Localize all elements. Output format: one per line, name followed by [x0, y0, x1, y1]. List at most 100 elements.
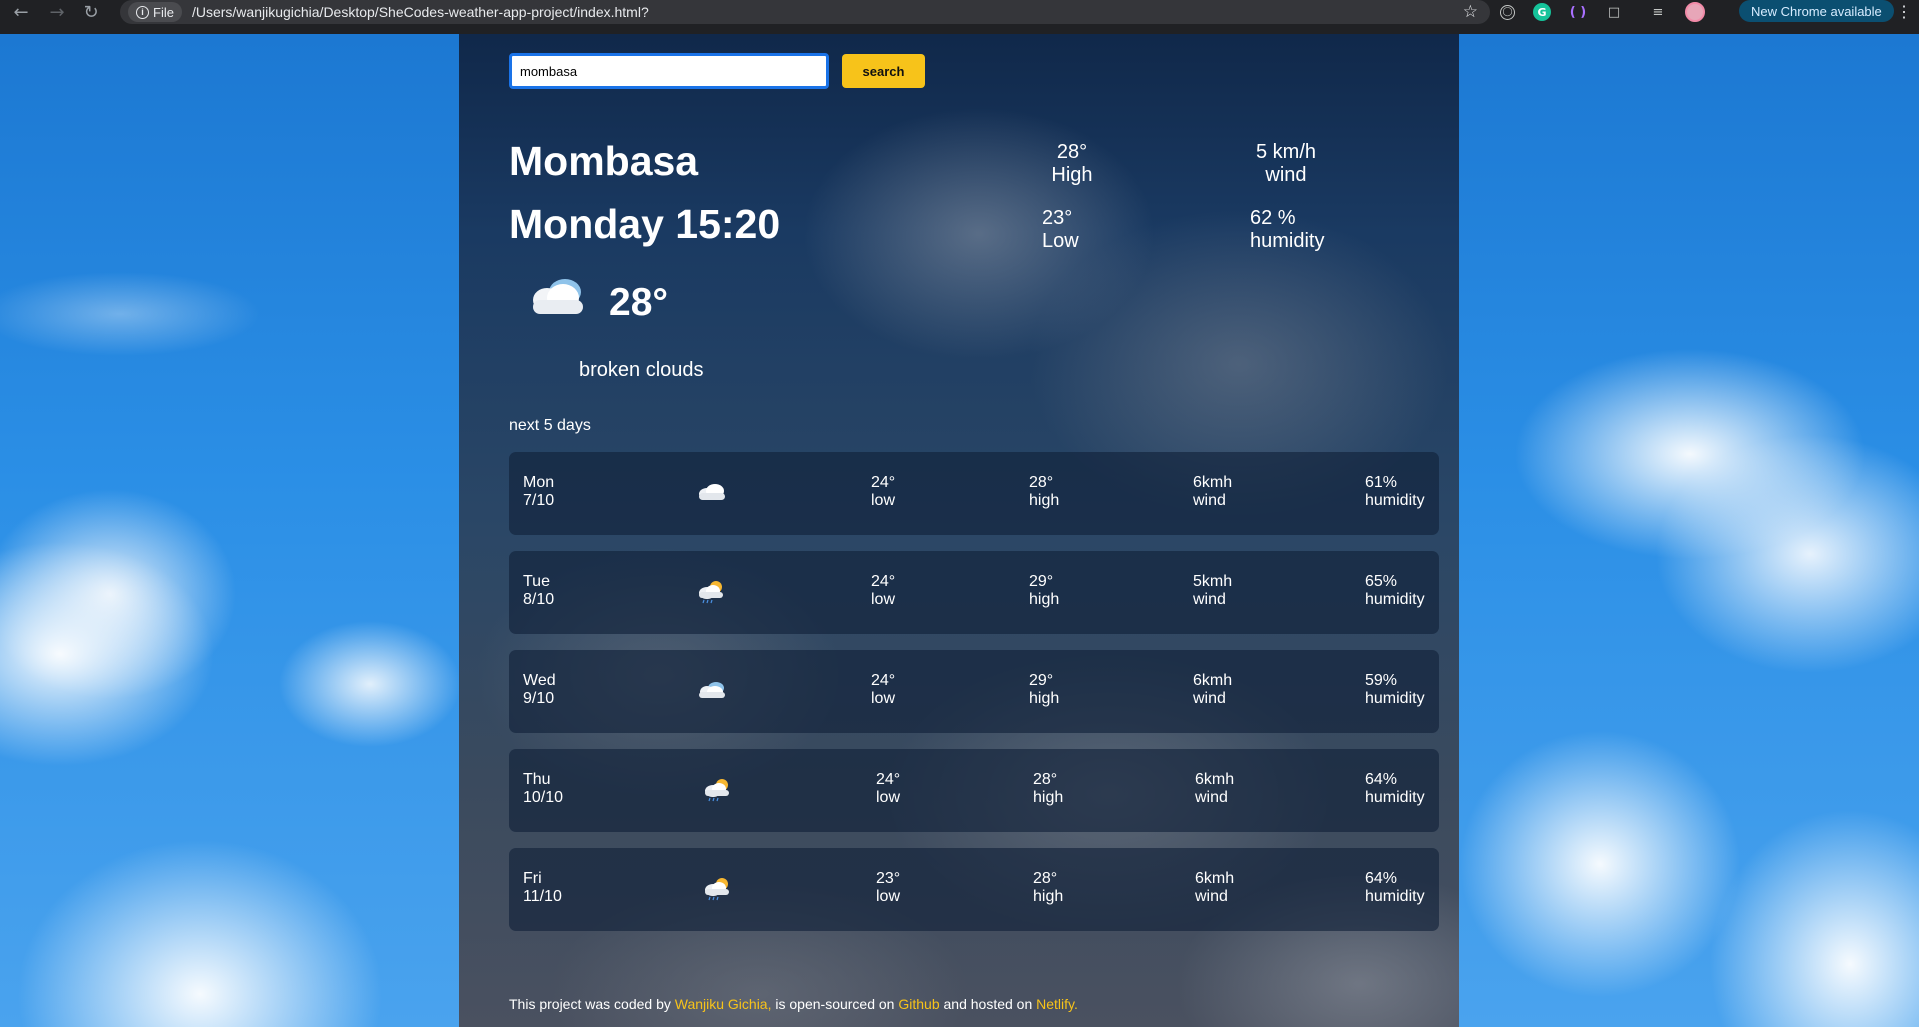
wind-value: 6kmh [1193, 672, 1233, 689]
sun-rain-icon [705, 878, 729, 901]
forecast-row: Tue 8/10 24° low 29° high 5kmh wind 65% humid… [509, 551, 1439, 634]
author-link[interactable]: Wanjiku Gichia, [675, 996, 772, 1012]
reading-list-icon[interactable]: ≡ [1649, 3, 1667, 21]
forecast-day: Tue 8/10 [523, 573, 554, 609]
forecast-humidity: 59% humidity [1365, 672, 1425, 708]
browser-toolbar: ← → ↻ i File /Users/wanjikugichia/Deskto… [0, 0, 1919, 34]
high-stat: 28° High [1037, 141, 1107, 187]
humidity-value: 64% [1365, 771, 1398, 788]
low-stat: 23° Low [1042, 207, 1079, 253]
forward-icon[interactable]: → [40, 0, 74, 29]
broken-clouds-icon [533, 279, 583, 314]
forecast-wind: 6kmh wind [1195, 870, 1234, 906]
wind-value: 6kmh [1195, 771, 1235, 788]
forecast-row: Thu 10/10 24° low 28° high 6kmh wind 64% humi… [509, 749, 1439, 832]
github-link[interactable]: Github [898, 996, 939, 1012]
humidity-label: humidity [1365, 591, 1425, 608]
low-label: low [871, 591, 896, 608]
url-text[interactable]: /Users/wanjikugichia/Desktop/SheCodes-we… [192, 4, 649, 20]
city-search-input[interactable] [509, 53, 829, 89]
weather-app-card: search Mombasa Monday 15:20 28° broken c… [459, 34, 1459, 1027]
high-label: high [1029, 690, 1060, 707]
broken-clouds-icon [699, 682, 725, 698]
site-info-chip[interactable]: i File [128, 2, 182, 22]
wind-stat: 5 km/h wind [1241, 141, 1331, 187]
forecast-humidity: 65% humidity [1365, 573, 1425, 609]
grammarly-icon[interactable]: G [1533, 3, 1551, 21]
menu-kebab-icon[interactable]: ⋮ [1896, 2, 1912, 22]
humidity-value: 65% [1365, 573, 1398, 590]
reload-icon[interactable]: ↻ [74, 0, 108, 29]
forecast-low: 24° low [871, 573, 895, 609]
day-date: 10/10 [523, 789, 564, 806]
back-icon[interactable]: ← [4, 0, 38, 29]
wind-label: wind [1193, 690, 1226, 707]
profile-avatar[interactable] [1685, 2, 1705, 22]
current-datetime: Monday 15:20 [509, 201, 781, 247]
humidity-value: 61% [1365, 474, 1398, 491]
extensions-area: ◯ G ( ) □ ≡ [1500, 0, 1705, 24]
humidity-stat: 62 % humidity [1250, 207, 1324, 253]
info-icon: i [136, 5, 149, 19]
high-label: high [1029, 591, 1060, 608]
humidity-value: 64% [1365, 870, 1398, 887]
low-value: 24° [876, 771, 901, 788]
humidity-label: humidity [1365, 492, 1425, 509]
wind-value: 5 km/h [1255, 141, 1317, 163]
cloud-icon [699, 484, 725, 500]
forecast-high: 28° high [1033, 870, 1063, 906]
address-bar[interactable]: i File /Users/wanjikugichia/Desktop/SheC… [120, 0, 1490, 24]
forecast-high: 28° high [1029, 474, 1059, 510]
page-background: search Mombasa Monday 15:20 28° broken c… [0, 34, 1919, 1027]
forecast-day: Fri 11/10 [523, 870, 562, 906]
high-value: 29° [1029, 573, 1054, 590]
footer-text: is open-sourced on [771, 996, 899, 1012]
forecast-wind: 5kmh wind [1193, 573, 1232, 609]
high-value: 28° [1033, 771, 1058, 788]
globe-icon[interactable]: ◯ [1500, 4, 1515, 20]
day-name: Thu [523, 771, 551, 788]
humidity-label: humidity [1365, 789, 1425, 806]
forecast-day: Thu 10/10 [523, 771, 563, 807]
forecast-wind: 6kmh wind [1193, 474, 1232, 510]
extension-brackets-icon[interactable]: ( ) [1569, 3, 1587, 21]
forecast-low: 23° low [876, 870, 900, 906]
wind-label: wind [1195, 789, 1228, 806]
forecast-high: 29° high [1029, 573, 1059, 609]
low-label: low [871, 492, 896, 509]
low-label: low [876, 888, 901, 905]
high-value: 29° [1029, 672, 1054, 689]
forecast-row: Fri 11/10 23° low 28° high 6kmh wind 64% humi… [509, 848, 1439, 931]
wind-value: 5kmh [1193, 573, 1233, 590]
puzzle-icon[interactable]: □ [1605, 3, 1623, 21]
forecast-humidity: 61% humidity [1365, 474, 1425, 510]
forecast-day: Wed 9/10 [523, 672, 556, 708]
forecast-high: 29° high [1029, 672, 1059, 708]
high-value: 28° [1029, 474, 1054, 491]
search-form: search [509, 53, 925, 89]
day-date: 7/10 [523, 492, 555, 509]
forecast-low: 24° low [871, 672, 895, 708]
sun-rain-icon [699, 581, 723, 604]
forecast-row: Wed 9/10 24° low 29° high 6kmh wind 59% humid… [509, 650, 1439, 733]
high-value: 28° [1056, 141, 1088, 163]
update-chrome-label: New Chrome available [1751, 3, 1882, 19]
wind-value: 6kmh [1193, 474, 1233, 491]
wind-label: wind [1193, 591, 1226, 608]
forecast-title: next 5 days [509, 417, 591, 434]
netlify-link[interactable]: Netlify. [1036, 996, 1078, 1012]
wind-value: 6kmh [1195, 870, 1235, 887]
bookmark-star-icon[interactable]: ☆ [1463, 2, 1478, 22]
low-value: 24° [871, 474, 896, 491]
search-button[interactable]: search [842, 54, 925, 88]
forecast-high: 28° high [1033, 771, 1063, 807]
high-label: high [1029, 492, 1060, 509]
footer-text: This project was coded by [509, 996, 675, 1012]
wind-label: wind [1193, 492, 1226, 509]
day-name: Tue [523, 573, 550, 590]
day-name: Fri [523, 870, 542, 887]
current-temperature: 28° [609, 281, 668, 324]
high-value: 28° [1033, 870, 1058, 887]
update-chrome-button[interactable]: New Chrome available [1739, 0, 1894, 22]
day-name: Wed [523, 672, 556, 689]
